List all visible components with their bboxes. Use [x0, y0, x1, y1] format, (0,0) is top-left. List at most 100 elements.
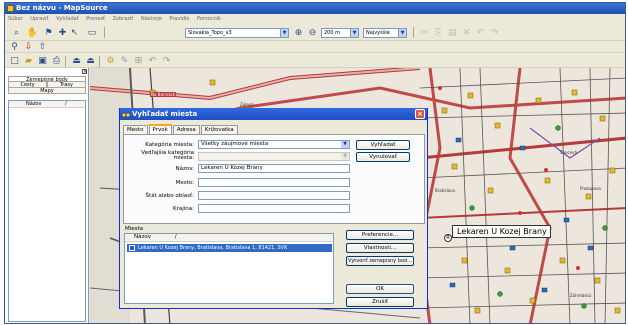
map-product-select[interactable]: Slovakia_Topo_v3 ▼ — [185, 28, 289, 38]
app-icon — [7, 5, 14, 12]
cancel-button[interactable]: Zrušiť — [346, 297, 414, 307]
subcategory-select[interactable]: ▼ — [198, 152, 350, 161]
redo-icon[interactable]: ↷ — [489, 27, 500, 38]
properties-button[interactable]: Vlastnosti... — [346, 243, 414, 253]
tab-item[interactable]: Prvok — [148, 124, 172, 134]
search-result-pin[interactable]: R — [444, 234, 452, 242]
detail-level-select[interactable]: Najvyššie ▼ — [363, 28, 407, 38]
name-label: Názov: — [175, 166, 194, 172]
map-label-street: Na Barinách — [150, 92, 177, 97]
search-result-callout[interactable]: Lekaren U Kozej Brany — [452, 225, 551, 238]
menu-rule[interactable]: Pravidlo — [169, 16, 189, 22]
select-arrow-icon[interactable]: ↖ — [69, 27, 80, 38]
tab-panel: Kategória miesta: Všetky záujmové miesta… — [123, 134, 425, 224]
tab-intersection[interactable]: Križovatka — [200, 125, 238, 134]
pan-hand-icon[interactable]: ✋ — [27, 27, 38, 38]
menu-find[interactable]: Vyhľadať — [56, 16, 79, 22]
map-product-value: Slovakia_Topo_v3 — [188, 30, 232, 36]
menu-transfer[interactable]: Prenesť — [86, 16, 105, 22]
waypoint-tool-icon[interactable]: ✚ — [57, 27, 68, 38]
list-header[interactable]: Názov / — [9, 101, 85, 108]
city-input[interactable] — [198, 178, 350, 187]
results-header[interactable]: Názov / — [125, 234, 333, 242]
category-value: Všetky záujmové miesta — [201, 141, 269, 147]
open-folder-icon[interactable]: ▰ — [23, 55, 34, 66]
name-value: Lekaren U Kozej Brany — [201, 165, 263, 171]
waypoint-list[interactable]: Názov / — [8, 100, 86, 322]
track-icon[interactable]: ✎ — [119, 55, 130, 66]
zoom-tool-icon[interactable]: ⌕ — [11, 27, 22, 38]
main-toolbar: ⌕ ✋ ⚑ ✚ ↖ ▭ Slovakia_Topo_v3 ▼ ⊕ ⊖ 200 m… — [5, 24, 625, 41]
tab-row-maps: Mapy — [8, 88, 86, 94]
country-input[interactable] — [198, 204, 350, 213]
menu-file[interactable]: Súbor — [8, 16, 23, 22]
file-toolbar: □ ▰ ▣ ⎙ ⏏ ⏏ ⚙ ✎ ⊞ ↶ ↷ — [5, 53, 625, 68]
delete-icon[interactable]: ✕ — [461, 27, 472, 38]
window-title: Bez názvu - MapSource — [16, 4, 108, 12]
undo-map-icon[interactable]: ↶ — [147, 55, 158, 66]
tab-address[interactable]: Adresa — [172, 125, 200, 134]
chevron-down-icon: ▼ — [341, 153, 349, 160]
zoom-in-icon[interactable]: ⊕ — [293, 27, 304, 38]
category-select[interactable]: Všetky záujmové miesta ▼ — [198, 140, 350, 149]
tab-city[interactable]: Mesto — [123, 125, 148, 134]
menu-tools[interactable]: Nástroje — [141, 16, 162, 22]
redo-map-icon[interactable]: ↷ — [161, 55, 172, 66]
route-tool-icon[interactable]: ⚑ — [43, 27, 54, 38]
name-input[interactable]: Lekaren U Kozej Brany — [198, 164, 350, 173]
send-to-device-icon[interactable]: ⏏ — [71, 55, 82, 66]
results-list[interactable]: Názov / Lekaren U Kozej Brany, Bratislav… — [124, 233, 334, 304]
state-input[interactable] — [198, 191, 350, 200]
close-icon[interactable]: × — [415, 109, 425, 119]
chevron-down-icon: ▼ — [350, 29, 358, 37]
binoculars-icon — [122, 112, 130, 118]
undo-icon[interactable]: ↶ — [475, 27, 486, 38]
chevron-down-icon: ▼ — [280, 29, 288, 37]
measure-tool-icon[interactable]: ▭ — [85, 27, 99, 38]
transfer-toolbar: ⚲ ⇩ ⇧ — [5, 41, 625, 53]
zoom-level-select[interactable]: 200 m ▼ — [321, 28, 359, 38]
new-file-icon[interactable]: □ — [9, 55, 20, 66]
dialog-title-bar[interactable]: Vyhľadať miesta × — [120, 108, 427, 120]
left-panel: × Zemepisné body Cesty Trasy Mapy Názov … — [5, 68, 89, 323]
binoculars-icon[interactable]: ⚲ — [9, 42, 20, 52]
map-label-city: Bratislava — [435, 188, 455, 193]
ok-button[interactable]: OK — [346, 284, 414, 294]
subcategory-label: Vedľajšia kategória miesta: — [141, 150, 194, 161]
map-label-street: Zelená — [240, 102, 254, 107]
map-select-icon[interactable]: ⊞ — [133, 55, 144, 66]
result-text: Lekaren U Kozej Brany, Bratislava, Brati… — [138, 245, 288, 251]
chevron-down-icon: ▼ — [341, 141, 349, 148]
menu-help[interactable]: Pomocník — [197, 16, 221, 22]
left-panel-tabs: Zemepisné body Cesty Trasy Mapy — [8, 76, 86, 94]
menu-edit[interactable]: Upraviť — [30, 16, 48, 22]
copy-icon[interactable]: ⎘ — [433, 27, 444, 38]
paste-icon[interactable]: ▤ — [447, 27, 458, 38]
search-button[interactable]: Vyhľadať — [356, 140, 410, 150]
zoom-out-icon[interactable]: ⊖ — [307, 27, 318, 38]
category-label: Kategória miesta: — [145, 142, 194, 148]
receive-from-device-icon[interactable]: ⏏ — [85, 55, 96, 66]
print-icon[interactable]: ⎙ — [51, 55, 62, 66]
menu-view[interactable]: Zobraziť — [113, 16, 134, 22]
save-icon[interactable]: ▣ — [37, 55, 48, 66]
detail-level-value: Najvyššie — [366, 30, 390, 36]
dialog-tabs: Mesto Prvok Adresa Križovatka — [123, 124, 239, 134]
column-name: Názov — [26, 101, 42, 107]
receive-device-icon[interactable]: ⇩ — [23, 42, 34, 52]
route-icon[interactable]: ⚙ — [105, 55, 116, 66]
map-label-street: Prokopova — [580, 186, 601, 191]
cut-icon[interactable]: ✂ — [419, 27, 430, 38]
create-waypoint-button[interactable]: Vytvoriť zemepisný bod... — [346, 256, 414, 266]
tab-maps[interactable]: Mapy — [8, 88, 86, 94]
find-places-dialog: Vyhľadať miesta × Mesto Prvok Adresa Kri… — [119, 108, 428, 309]
results-group-label: Miesta — [125, 226, 144, 232]
preferences-button[interactable]: Preferencie... — [346, 230, 414, 240]
send-device-icon[interactable]: ⇧ — [37, 42, 48, 52]
reset-button[interactable]: Vynulovať — [356, 152, 410, 162]
city-label: Mesto: — [175, 180, 194, 186]
close-icon[interactable]: × — [82, 69, 87, 75]
pharmacy-icon — [129, 245, 135, 251]
list-item[interactable]: Lekaren U Kozej Brany, Bratislava, Brati… — [127, 244, 332, 252]
country-label: Krajina: — [172, 206, 194, 212]
